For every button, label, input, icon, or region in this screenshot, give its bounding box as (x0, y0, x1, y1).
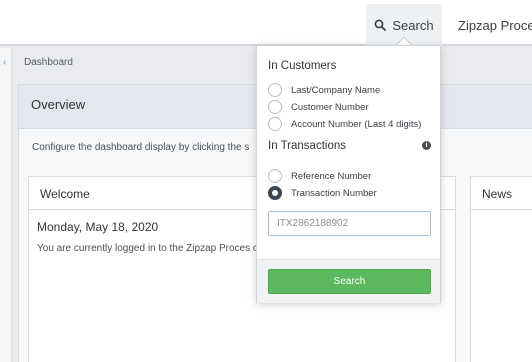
welcome-date: Monday, May 18, 2020 (37, 220, 159, 234)
search-tab-label: Search (392, 17, 434, 33)
radio-customer-number[interactable]: Customer Number (268, 100, 369, 114)
overview-description: Configure the dashboard display by click… (32, 142, 250, 153)
news-title: News (471, 177, 532, 210)
info-icon[interactable]: i (422, 141, 431, 150)
search-button[interactable]: Search (268, 269, 431, 294)
radio-last-company-name[interactable]: Last/Company Name (268, 83, 380, 97)
transaction-number-input[interactable] (268, 211, 431, 236)
sidebar-collapse[interactable]: ‹ (0, 48, 12, 362)
radio-reference-number[interactable]: Reference Number (268, 169, 371, 183)
breadcrumb[interactable]: Dashboard (24, 57, 73, 68)
radio-button[interactable] (268, 117, 282, 131)
radio-button[interactable] (268, 83, 282, 97)
search-dropdown: In Customers Last/Company Name Customer … (256, 45, 441, 303)
radio-transaction-number[interactable]: Transaction Number (268, 186, 377, 200)
transactions-section-title: In Transactions (268, 140, 346, 152)
chevron-left-icon[interactable]: ‹ (3, 57, 6, 68)
radio-button[interactable] (268, 100, 282, 114)
customers-section-title: In Customers (268, 60, 337, 72)
radio-button[interactable] (268, 169, 282, 183)
dropdown-footer: Search (257, 259, 440, 303)
radio-button-selected[interactable] (268, 186, 282, 200)
news-panel: News (470, 176, 532, 362)
radio-label: Reference Number (291, 170, 372, 182)
top-nav: Search Zipzap Proces (0, 0, 532, 46)
radio-label: Transaction Number (291, 187, 377, 199)
radio-account-number[interactable]: Account Number (Last 4 digits) (268, 117, 421, 131)
radio-label: Customer Number (291, 101, 369, 113)
brand-menu[interactable]: Zipzap Proces (458, 18, 532, 33)
search-icon (374, 19, 387, 31)
radio-label: Account Number (Last 4 digits) (291, 118, 422, 130)
radio-label: Last/Company Name (291, 84, 381, 96)
